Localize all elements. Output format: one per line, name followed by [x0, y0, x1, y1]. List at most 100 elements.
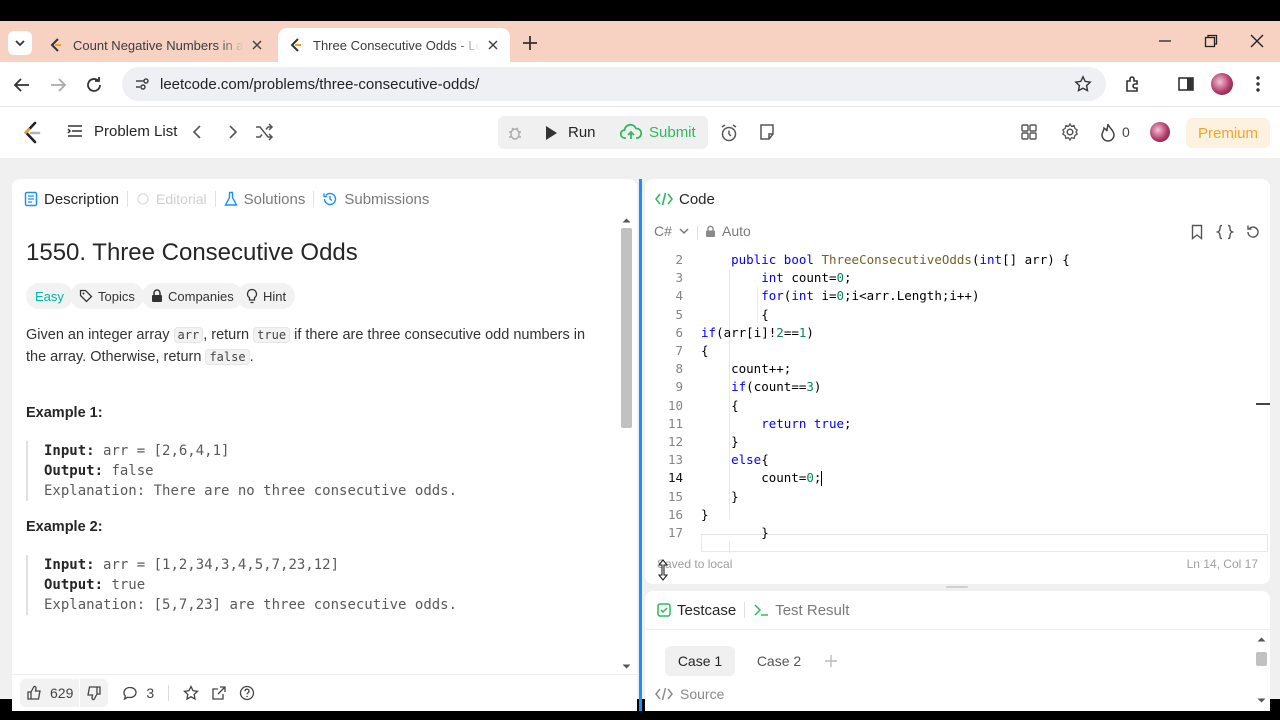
premium-button[interactable]: Premium [1186, 118, 1270, 148]
notes-icon[interactable] [758, 123, 776, 141]
checkbox-icon [657, 603, 671, 617]
prev-problem-icon[interactable] [189, 123, 207, 141]
tab-editorial-label: Editorial [156, 191, 207, 207]
problem-list-label: Problem List [94, 122, 178, 140]
companies-tag[interactable]: Companies [142, 283, 243, 309]
description-scrollbar[interactable] [620, 214, 633, 674]
document-icon [24, 191, 38, 207]
close-window-icon[interactable] [1249, 33, 1265, 49]
vertical-resize-handle[interactable] [946, 586, 968, 588]
profile-avatar[interactable] [1211, 73, 1233, 95]
side-panel-icon[interactable] [1176, 74, 1196, 94]
test-scrollbar[interactable] [1255, 636, 1268, 706]
line-number: 16 [667, 506, 683, 522]
flask-icon [223, 191, 238, 207]
forward-icon[interactable] [48, 75, 68, 95]
tab-separator [744, 602, 746, 618]
close-tab-icon[interactable] [250, 38, 264, 52]
code-line: { [701, 397, 739, 413]
tab-submissions[interactable]: Submissions [322, 191, 429, 208]
code-editor[interactable]: 2 public bool ThreeConsecutiveOdds(int[]… [645, 247, 1270, 553]
panel-resize-handle[interactable] [639, 179, 642, 711]
like-button[interactable]: 629 [20, 679, 80, 707]
minimize-icon[interactable] [1157, 33, 1173, 49]
leetcode-favicon-icon [288, 37, 304, 53]
layout-icon[interactable] [1020, 123, 1038, 141]
back-icon[interactable] [12, 75, 32, 95]
star-icon [183, 685, 200, 701]
debug-icon[interactable] [506, 124, 524, 142]
scrollbar-thumb[interactable] [1256, 652, 1267, 666]
problem-list-button[interactable]: Problem List [66, 122, 177, 140]
add-case-icon[interactable] [823, 653, 839, 669]
tab-description[interactable]: Description [24, 191, 119, 208]
favorite-button[interactable] [177, 679, 205, 707]
hint-tag[interactable]: Hint [237, 283, 296, 309]
close-tab-icon[interactable] [486, 38, 500, 52]
tag-icon [79, 289, 93, 303]
settings-gear-icon[interactable] [1060, 122, 1080, 142]
auto-mode-toggle[interactable]: Auto [705, 223, 751, 239]
tab-solutions-label: Solutions [243, 190, 306, 208]
format-braces-icon[interactable] [1216, 224, 1234, 240]
line-number: 3 [675, 270, 683, 286]
bookmark-icon[interactable] [1190, 224, 1204, 240]
run-button[interactable]: Run [544, 124, 596, 141]
browser-window: Count Negative Numbers in a S Three Cons… [0, 21, 1280, 711]
toolbar-separator [697, 226, 698, 240]
tab-editorial[interactable]: Editorial [136, 191, 207, 207]
extensions-icon[interactable] [1123, 74, 1143, 94]
address-bar[interactable]: leetcode.com/problems/three-consecutive-… [122, 67, 1106, 101]
leetcode-logo-icon[interactable] [22, 121, 42, 145]
desc-text: , return [203, 327, 254, 343]
text-cursor [821, 471, 823, 487]
next-problem-icon[interactable] [223, 123, 241, 141]
new-tab-icon[interactable] [520, 33, 540, 53]
comments-button[interactable]: 3 [116, 679, 160, 707]
line-number: 6 [675, 324, 683, 340]
lightbulb-icon [246, 288, 258, 304]
topics-tag[interactable]: Topics [70, 283, 144, 309]
tab-test-result[interactable]: Test Result [753, 602, 849, 619]
alarm-clock-icon[interactable] [719, 123, 739, 143]
tab-code[interactable]: Code [655, 191, 715, 208]
tab-solutions[interactable]: Solutions [223, 190, 306, 208]
scrollbar-thumb[interactable] [621, 228, 632, 428]
difficulty-badge: Easy [26, 283, 73, 309]
tab-separator [313, 191, 315, 207]
code-tabs: Code [655, 179, 715, 219]
description-tabs: Description Editorial Solutions Submissi… [24, 179, 429, 219]
tab-testcase[interactable]: Testcase [657, 602, 736, 619]
streak-counter[interactable]: 0 [1100, 122, 1130, 142]
browser-menu-icon[interactable] [1250, 74, 1266, 94]
tab-strip: Count Negative Numbers in a S Three Cons… [0, 21, 1280, 62]
reset-code-icon[interactable] [1245, 224, 1261, 240]
tab-search-icon[interactable] [8, 31, 32, 55]
bookmark-star-icon[interactable] [1074, 75, 1092, 93]
restore-icon[interactable] [1203, 33, 1219, 49]
submit-button[interactable]: Submit [620, 123, 696, 141]
tab-code-label: Code [679, 190, 715, 208]
history-icon [322, 191, 338, 207]
language-select[interactable]: C# [654, 223, 690, 239]
footer-separator [168, 685, 170, 701]
cursor-position: Ln 14, Col 17 [1186, 557, 1258, 571]
source-link[interactable]: Source [655, 686, 724, 702]
browser-tab-three-consecutive-odds[interactable]: Three Consecutive Odds - LeetCode [278, 28, 510, 62]
case-2-tab[interactable]: Case 2 [749, 646, 809, 676]
reload-icon[interactable] [84, 75, 104, 95]
case-1-tab[interactable]: Case 1 [665, 646, 735, 676]
dislike-button[interactable] [80, 679, 109, 707]
code-line: if(count==3) [731, 379, 822, 395]
line-number: 2 [675, 252, 683, 267]
line-number: 8 [675, 361, 683, 377]
browser-tab-count-negative[interactable]: Count Negative Numbers in a S [38, 28, 274, 62]
help-button[interactable] [233, 679, 261, 707]
external-link-icon [211, 685, 227, 701]
shuffle-icon[interactable] [254, 123, 274, 141]
tab-title: Count Negative Numbers in a S [73, 37, 244, 53]
share-button[interactable] [205, 679, 233, 707]
case-2-label: Case 2 [756, 653, 802, 669]
site-settings-icon[interactable] [134, 76, 150, 92]
user-avatar[interactable] [1150, 122, 1170, 142]
